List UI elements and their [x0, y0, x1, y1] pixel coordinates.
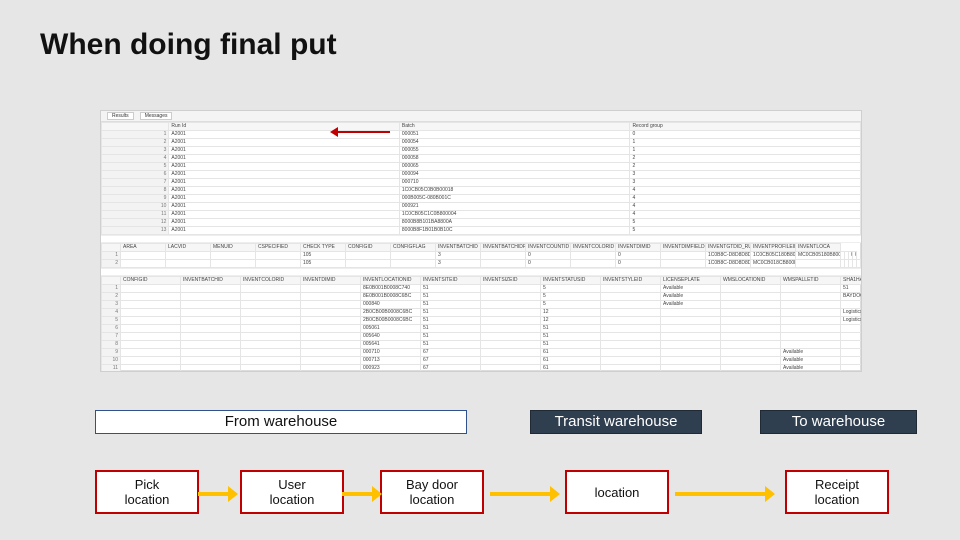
tab-messages: Messages — [140, 112, 173, 120]
grid-2: AREALACVIDMENUIDCSPECIFIEDCHECK TYPECONF… — [101, 243, 861, 268]
box-user-location: Userlocation — [240, 470, 344, 514]
group-transit-warehouse: Transit warehouse — [530, 410, 702, 434]
slide-title: When doing final put — [40, 28, 337, 62]
arrow-icon — [675, 488, 775, 500]
tab-results: Results — [107, 112, 134, 120]
box-receipt-location: Receiptlocation — [785, 470, 889, 514]
erp-screenshot: Results Messages Run IdBatchRecord group… — [100, 110, 862, 372]
arrow-icon — [490, 488, 560, 500]
arrow-icon — [198, 488, 238, 500]
group-from-warehouse: From warehouse — [95, 410, 467, 434]
arrow-icon — [342, 488, 382, 500]
box-transit-location: location — [565, 470, 669, 514]
box-pick-location: Picklocation — [95, 470, 199, 514]
red-arrow-annotation — [330, 128, 390, 136]
group-to-warehouse: To warehouse — [760, 410, 917, 434]
flow-diagram: From warehouse Transit warehouse To ware… — [0, 410, 960, 520]
result-tabs: Results Messages — [101, 111, 861, 122]
box-bay-door-location: Bay doorlocation — [380, 470, 484, 514]
grid-3: CONFIGIDINVENTBATCHIDINVENTCOLORIDINVENT… — [101, 276, 862, 372]
grid-1: Run IdBatchRecord group1A200100005102A20… — [101, 122, 861, 235]
